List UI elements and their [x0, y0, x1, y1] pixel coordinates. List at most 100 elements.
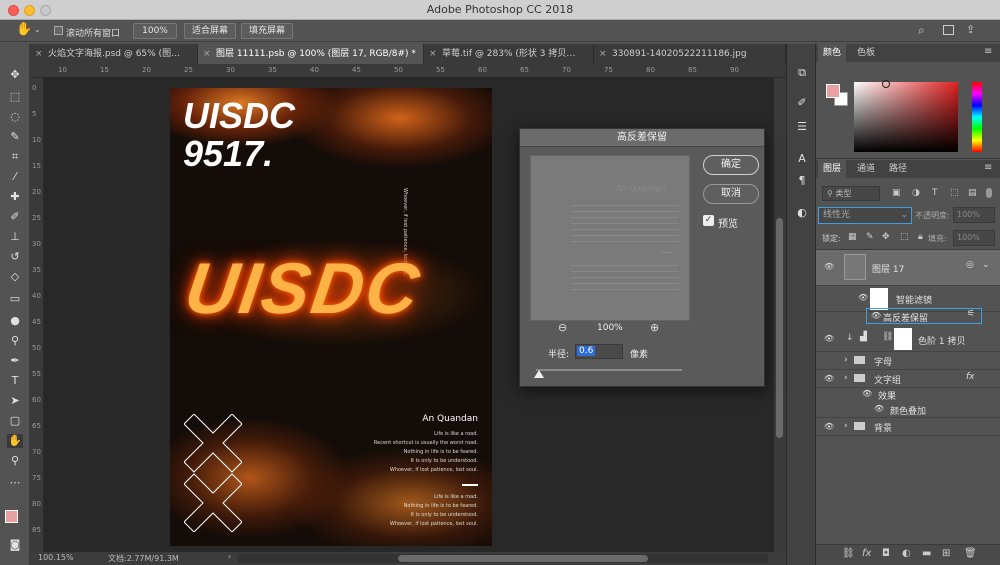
tab-layer-11111[interactable]: × 图层 11111.psb @ 100% (图层 17, RGB/8#) * [198, 44, 424, 64]
foreground-color-swatch[interactable] [5, 510, 18, 523]
dialog-preview[interactable]: An Quandan [530, 155, 690, 321]
panel-menu-icon[interactable]: ≡ [984, 162, 992, 173]
new-group-icon[interactable]: ▬ [922, 548, 931, 559]
marquee-tool-icon[interactable]: ⬚ [7, 90, 23, 104]
eraser-icon[interactable]: ◇ [7, 270, 23, 284]
pen-tool-icon[interactable]: ✒ [7, 354, 23, 368]
eye-icon[interactable]: 👁︎ [871, 311, 881, 320]
radius-slider-track[interactable] [536, 369, 682, 371]
layer-name[interactable]: 图层 17 [872, 262, 904, 275]
layer-group-background[interactable]: 👁︎ › 背景 [816, 418, 1000, 436]
eye-icon[interactable]: 👁︎ [824, 334, 834, 343]
tab-swatches[interactable]: 色板 [852, 44, 880, 62]
layer-name[interactable]: 字母 [874, 355, 892, 368]
type-tool-icon[interactable]: T [7, 374, 23, 388]
styles-panel-icon[interactable]: ◐ [794, 206, 810, 220]
layer-kind-filter[interactable]: ⚲ 类型 [822, 186, 880, 201]
close-icon[interactable]: × [203, 44, 211, 64]
hand-tool-icon[interactable]: ✋ [7, 434, 23, 448]
zoom-value-button[interactable]: 100% [133, 23, 177, 39]
tab-jpg[interactable]: × 330891-14020522211186.jpg [594, 44, 786, 64]
layer-row-levels-copy[interactable]: 👁︎ ↓ ▟ ⛓︎ 色阶 1 拷贝 [816, 326, 1000, 352]
vertical-scrollbar[interactable] [774, 78, 786, 552]
fx-icon[interactable]: fx [966, 372, 975, 382]
tab-strawberry[interactable]: × 草莓.tif @ 283% (形状 3 拷贝… [424, 44, 594, 64]
quick-select-icon[interactable]: ✎ [7, 130, 23, 144]
zoom-tool-icon[interactable]: ⚲ [7, 454, 23, 468]
lock-position-icon[interactable]: ✥ [882, 232, 890, 242]
layer-effects[interactable]: 👁︎ 效果 [816, 388, 1000, 402]
new-layer-icon[interactable]: ⊞ [942, 548, 950, 559]
healing-brush-icon[interactable]: ✚ [7, 190, 23, 204]
fill-screen-button[interactable]: 填充屏幕 [241, 23, 293, 39]
filter-smart-icon[interactable]: ▤ [968, 188, 977, 198]
eye-icon[interactable]: 👁︎ [824, 262, 834, 271]
add-style-icon[interactable]: fx [862, 548, 871, 559]
zoom-out-icon[interactable]: ⊖ [558, 321, 567, 334]
eye-icon[interactable]: 👁︎ [824, 374, 834, 383]
paragraph-panel-icon[interactable]: ¶ [794, 174, 810, 188]
foreground-color-swatch[interactable] [826, 84, 840, 98]
path-select-icon[interactable]: ➤ [7, 394, 23, 408]
trash-icon[interactable]: 🗑︎ [964, 548, 977, 559]
chevron-right-icon[interactable]: › [228, 552, 231, 561]
lasso-tool-icon[interactable]: ◌ [7, 110, 23, 124]
layer-name[interactable]: 高反差保留 [883, 311, 928, 324]
tab-color[interactable]: 颜色 [818, 44, 847, 62]
preview-checkbox[interactable]: ✓ [703, 215, 714, 226]
lock-pixels-icon[interactable]: ▦ [848, 232, 857, 242]
eye-icon[interactable]: 👁︎ [824, 422, 834, 431]
character-panel-icon[interactable]: A [794, 152, 810, 166]
radius-input[interactable]: 0.6 [575, 344, 623, 359]
fill-field[interactable]: 100% [953, 230, 995, 246]
chevron-right-icon[interactable]: › [844, 355, 848, 365]
layer-name[interactable]: 色阶 1 拷贝 [918, 334, 965, 347]
layer-name[interactable]: 文字组 [874, 373, 901, 386]
layer-group-letters[interactable]: › 字母 [816, 352, 1000, 370]
move-tool-icon[interactable]: ✥ [7, 68, 23, 82]
blur-tool-icon[interactable]: ● [7, 314, 23, 328]
chevron-right-icon[interactable]: › [844, 373, 848, 383]
cancel-button[interactable]: 取消 [703, 184, 759, 204]
close-icon[interactable]: × [429, 44, 437, 64]
workspace-icon[interactable] [943, 25, 954, 35]
hand-tool-icon[interactable]: ✋ [16, 22, 32, 37]
hue-slider[interactable] [972, 82, 982, 152]
eye-icon[interactable]: 👁︎ [874, 404, 884, 413]
horizontal-scrollbar[interactable] [238, 554, 768, 563]
color-picker-cursor[interactable] [882, 80, 890, 88]
history-panel-icon[interactable]: ⧉ [794, 66, 810, 80]
filter-blend-options-icon[interactable]: ⚟ [967, 309, 975, 319]
adjustments-panel-icon[interactable]: ☰ [794, 120, 810, 134]
filter-type-icon[interactable]: T [932, 188, 938, 198]
close-icon[interactable]: × [599, 44, 607, 64]
quick-mask-icon[interactable]: ◙ [7, 538, 23, 552]
tab-fire-poster[interactable]: × 火焰文字海报.psd @ 65% (图… [30, 44, 198, 64]
eye-icon[interactable]: 👁︎ [862, 389, 872, 398]
lock-image-icon[interactable]: ✎ [866, 232, 874, 242]
layer-name[interactable]: 效果 [878, 389, 896, 402]
layer-name[interactable]: 背景 [874, 421, 892, 434]
brush-tool-icon[interactable]: ✐ [7, 210, 23, 224]
ok-button[interactable]: 确定 [703, 155, 759, 175]
chevron-down-icon[interactable]: ⌄ [34, 25, 41, 34]
layer-options-icon[interactable]: ⌄ [982, 260, 990, 270]
fit-screen-button[interactable]: 适合屏幕 [184, 23, 236, 39]
more-tools-icon[interactable]: ⋯ [7, 476, 23, 490]
status-zoom[interactable]: 100.15% [38, 553, 74, 562]
scroll-all-checkbox[interactable] [54, 26, 63, 35]
lock-artboard-icon[interactable]: ⬚ [900, 232, 909, 242]
filter-toggle-icon[interactable] [986, 188, 992, 198]
close-icon[interactable]: × [35, 44, 43, 64]
history-brush-icon[interactable]: ↺ [7, 250, 23, 264]
share-icon[interactable]: ⇪ [966, 23, 975, 36]
shape-tool-icon[interactable]: ▢ [7, 414, 23, 428]
color-field[interactable] [854, 80, 958, 152]
search-icon[interactable]: ⌕ [918, 23, 925, 38]
tab-paths[interactable]: 路径 [884, 160, 912, 178]
clone-stamp-icon[interactable]: ⊥ [7, 230, 23, 244]
opacity-field[interactable]: 100% [953, 207, 995, 223]
gradient-tool-icon[interactable]: ▭ [7, 292, 23, 306]
link-layers-icon[interactable]: ⛓︎ [842, 548, 855, 559]
brush-panel-icon[interactable]: ✐ [794, 96, 810, 110]
